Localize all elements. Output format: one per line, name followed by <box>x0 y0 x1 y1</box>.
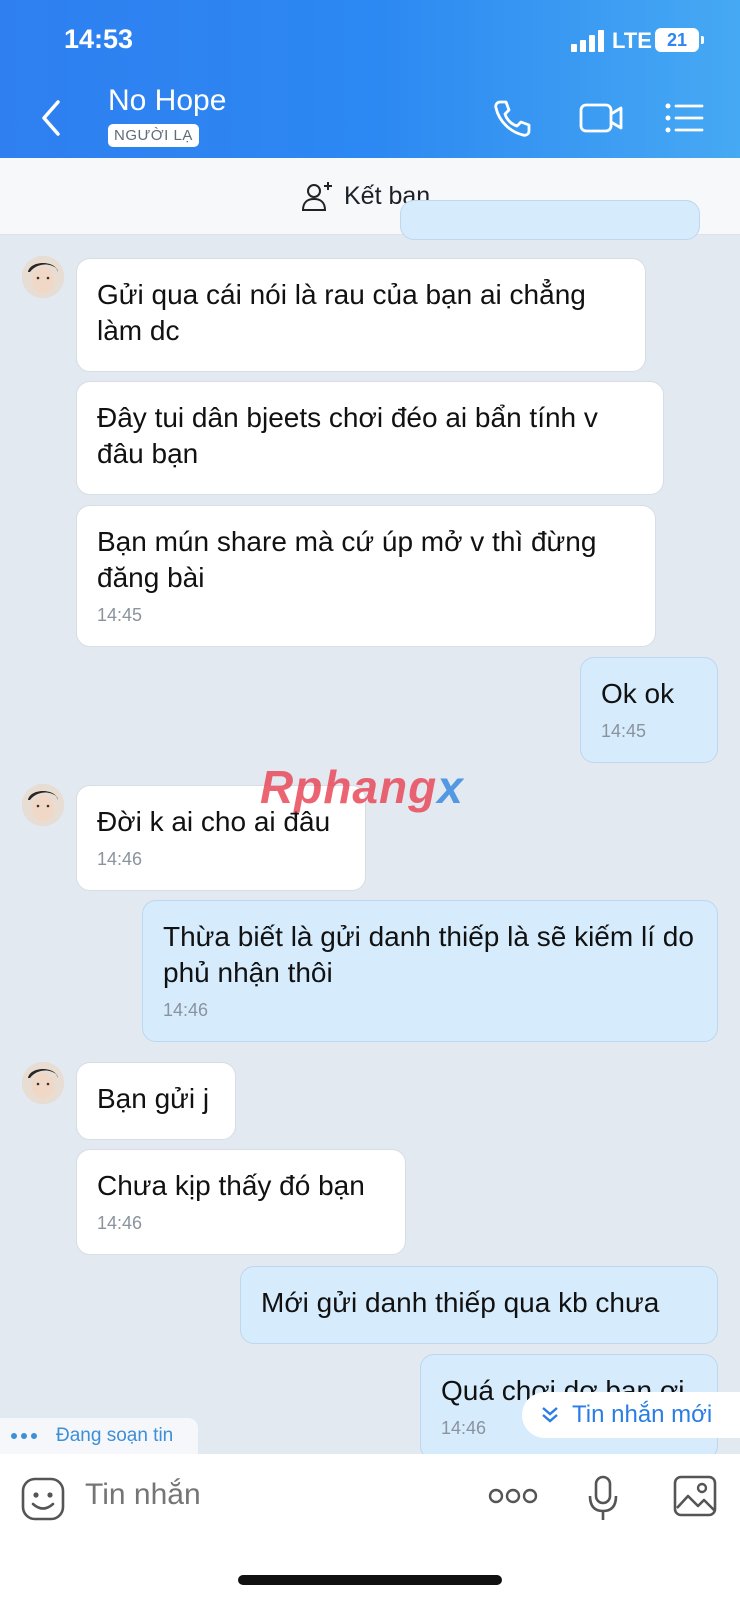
message-text: Chưa kịp thấy đó bạn <box>97 1170 365 1201</box>
message-text: Ok ok <box>601 678 675 709</box>
sticker-icon <box>21 1477 65 1521</box>
signal-icon <box>571 30 605 52</box>
back-button[interactable] <box>34 96 74 140</box>
typing-label: Đang soạn tin <box>56 1425 174 1446</box>
message-bubble[interactable]: Mới gửi danh thiếp qua kb chưa <box>240 1266 718 1344</box>
call-button[interactable] <box>490 96 534 140</box>
message-text: Đây tui dân bjeets chơi đéo ai bẩn tính … <box>97 402 598 469</box>
avatar[interactable] <box>22 256 64 298</box>
message-time: 14:46 <box>97 849 143 869</box>
message-bubble[interactable]: Thừa biết là gửi danh thiếp là sẽ kiếm l… <box>142 900 718 1042</box>
message-bubble[interactable]: Ok ok 14:45 <box>580 657 718 763</box>
message-bubble-partial[interactable] <box>400 200 700 240</box>
menu-icon <box>665 103 704 133</box>
more-button[interactable] <box>488 1486 538 1511</box>
phone-icon <box>494 100 531 137</box>
message-bubble[interactable]: Gửi qua cái nói là rau của bạn ai chẳng … <box>76 258 646 372</box>
typing-indicator: Đang soạn tin <box>0 1418 198 1454</box>
more-icon <box>488 1488 538 1504</box>
stranger-badge: NGƯỜI LẠ <box>108 124 199 147</box>
contact-name[interactable]: No Hope <box>108 84 226 118</box>
network-type: LTE <box>612 28 652 53</box>
message-bubble[interactable]: Đây tui dân bjeets chơi đéo ai bẩn tính … <box>76 381 664 495</box>
sticker-button[interactable] <box>20 1476 66 1527</box>
video-call-button[interactable] <box>578 96 624 140</box>
watermark-logo: Rphangx <box>260 761 464 813</box>
image-icon <box>673 1475 717 1517</box>
message-bubble[interactable]: Chưa kịp thấy đó bạn 14:46 <box>76 1149 406 1255</box>
video-icon <box>579 103 623 133</box>
message-bubble[interactable]: Bạn mún share mà cứ úp mở v thì đừng đăn… <box>76 505 656 647</box>
message-text: Bạn mún share mà cứ úp mở v thì đừng đăn… <box>97 526 597 593</box>
battery-icon: 21 <box>655 28 704 52</box>
back-icon <box>42 100 60 136</box>
typing-dots-icon <box>11 1433 37 1439</box>
message-text: Thừa biết là gửi danh thiếp là sẽ kiếm l… <box>163 921 694 988</box>
message-time: 14:46 <box>97 1213 143 1233</box>
new-message-button[interactable]: Tin nhắn mới <box>522 1392 740 1438</box>
message-text: Mới gửi danh thiếp qua kb chưa <box>261 1287 660 1318</box>
message-time: 14:45 <box>601 721 647 741</box>
avatar[interactable] <box>22 784 64 826</box>
add-friend-icon <box>301 182 332 211</box>
message-bubble[interactable]: Bạn gửi j <box>76 1062 236 1140</box>
image-button[interactable] <box>672 1474 718 1523</box>
voice-button[interactable] <box>586 1474 620 1529</box>
microphone-icon <box>588 1475 618 1520</box>
message-text: Gửi qua cái nói là rau của bạn ai chẳng … <box>97 279 586 346</box>
avatar[interactable] <box>22 1062 64 1104</box>
message-text: Bạn gửi j <box>97 1083 210 1114</box>
chat-header: 14:53 LTE 21 No Hope NGƯỜI LẠ <box>0 0 740 158</box>
new-message-label: Tin nhắn mới <box>572 1401 713 1428</box>
menu-button[interactable] <box>662 96 706 140</box>
message-time: 14:45 <box>97 605 143 625</box>
message-time: 14:46 <box>163 1000 209 1020</box>
home-indicator <box>238 1575 502 1585</box>
status-time: 14:53 <box>64 24 134 54</box>
chevron-down-double-icon <box>542 1407 558 1423</box>
message-input[interactable] <box>85 1478 445 1512</box>
